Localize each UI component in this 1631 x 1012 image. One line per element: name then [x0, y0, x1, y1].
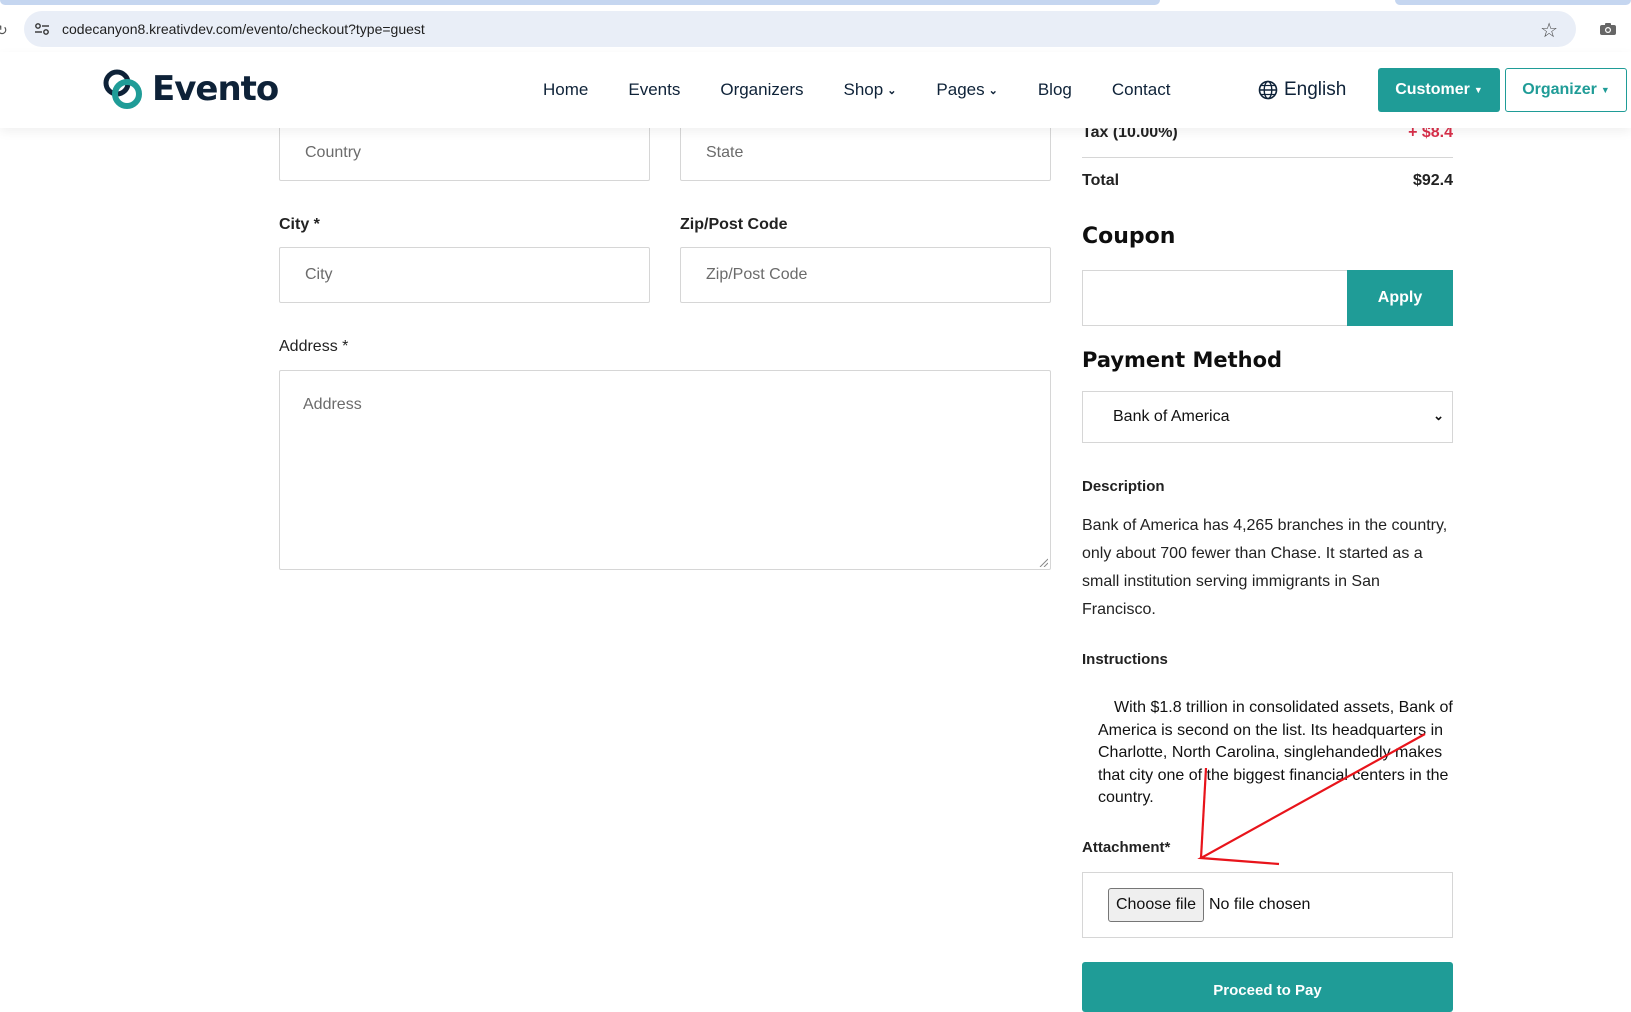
zip-field[interactable]: Zip/Post Code — [680, 247, 1051, 303]
country-field[interactable]: Country — [279, 125, 650, 181]
coupon-input[interactable] — [1082, 270, 1348, 326]
zip-label: Zip/Post Code — [680, 216, 788, 233]
reload-icon[interactable]: ↻ — [0, 22, 8, 39]
payment-method-selected: Bank of America — [1113, 408, 1230, 425]
language-label: English — [1284, 79, 1347, 100]
nav-label: Shop — [843, 80, 884, 99]
payment-instructions: With $1.8 trillion in consolidated asset… — [1098, 697, 1458, 810]
coupon-title: Coupon — [1082, 224, 1176, 249]
apply-coupon-button[interactable]: Apply — [1347, 270, 1453, 326]
chevron-down-icon: ⌄ — [988, 84, 998, 97]
address-bar[interactable]: codecanyon8.kreativdev.com/evento/checko… — [24, 11, 1576, 47]
choose-file-button[interactable]: Choose file — [1108, 888, 1204, 922]
state-placeholder: State — [706, 144, 744, 161]
site-settings-icon[interactable] — [34, 21, 50, 37]
star-icon[interactable]: ☆ — [1540, 18, 1558, 43]
city-label: City * — [279, 216, 320, 233]
state-field[interactable]: State — [680, 125, 1051, 181]
main-nav: Home Events Organizers Shop ⌄ Pages ⌄ Blog… — [543, 80, 1210, 100]
city-field[interactable]: City — [279, 247, 650, 303]
browser-toolbar: ↻ codecanyon8.kreativdev.com/evento/chec… — [0, 6, 1631, 52]
caret-down-icon: ▼ — [1600, 85, 1610, 95]
nav-item-blog[interactable]: Blog — [1038, 80, 1072, 100]
language-selector[interactable]: English — [1258, 79, 1346, 101]
payment-method-title: Payment Method — [1082, 348, 1283, 372]
nav-label: Organizers — [720, 80, 804, 99]
city-placeholder: City — [305, 266, 333, 283]
nav-item-events[interactable]: Events — [628, 80, 680, 100]
zip-placeholder: Zip/Post Code — [706, 266, 808, 283]
globe-icon — [1258, 80, 1278, 100]
proceed-to-pay-button[interactable]: Proceed to Pay — [1082, 962, 1453, 1012]
nav-label: Blog — [1037, 80, 1072, 99]
address-placeholder: Address — [303, 396, 362, 413]
nav-label: Home — [543, 80, 589, 99]
chevron-down-icon: ⌄ — [1433, 408, 1444, 423]
nav-item-organizers[interactable]: Organizers — [720, 80, 803, 100]
apply-label: Apply — [1377, 289, 1423, 306]
attachment-field: Choose file No file chosen — [1082, 872, 1453, 938]
site-logo[interactable]: Evento — [102, 68, 279, 110]
summary-divider — [1082, 157, 1453, 158]
browser-tab[interactable] — [0, 0, 1160, 5]
total-label: Total — [1082, 172, 1120, 189]
nav-item-pages[interactable]: Pages ⌄ — [936, 80, 997, 100]
url-text[interactable]: codecanyon8.kreativdev.com/evento/checko… — [62, 21, 425, 37]
logo-icon — [103, 69, 142, 109]
camera-icon[interactable] — [1599, 22, 1617, 36]
organizer-label: Organizer — [1522, 81, 1597, 98]
file-status: No file chosen — [1209, 896, 1311, 913]
nav-label: Pages — [936, 80, 985, 99]
caret-down-icon: ▼ — [1473, 85, 1483, 95]
proceed-label: Proceed to Pay — [1213, 982, 1322, 999]
payment-instructions-text: With $1.8 trillion in consolidated asset… — [1098, 699, 1453, 806]
payment-method-select[interactable]: Bank of America ⌄ — [1082, 391, 1453, 443]
payment-description: Bank of America has 4,265 branches in th… — [1082, 517, 1448, 618]
nav-item-contact[interactable]: Contact — [1112, 80, 1171, 100]
resize-grip-icon[interactable] — [1038, 557, 1048, 567]
customer-dropdown-button[interactable]: Customer ▼ — [1378, 68, 1500, 112]
total-value: $92.4 — [1412, 172, 1453, 189]
chevron-down-icon: ⌄ — [887, 84, 897, 97]
address-label: Address * — [279, 338, 349, 355]
nav-item-home[interactable]: Home — [543, 80, 588, 100]
nav-item-shop[interactable]: Shop ⌄ — [843, 80, 896, 100]
instructions-label: Instructions — [1082, 651, 1168, 668]
browser-tab[interactable] — [1395, 0, 1631, 5]
nav-label: Events — [628, 80, 681, 99]
organizer-dropdown-button[interactable]: Organizer ▼ — [1505, 68, 1627, 112]
brand-name: Evento — [152, 69, 279, 109]
site-header: Evento Home Events Organizers Shop ⌄ Page… — [0, 52, 1631, 128]
address-textarea[interactable]: Address — [279, 370, 1051, 570]
attachment-label: Attachment* — [1082, 839, 1171, 856]
description-label: Description — [1082, 478, 1165, 495]
total-row: Total $92.4 — [1082, 172, 1453, 190]
customer-label: Customer — [1395, 81, 1470, 98]
nav-label: Contact — [1111, 80, 1171, 99]
country-placeholder: Country — [305, 144, 362, 161]
